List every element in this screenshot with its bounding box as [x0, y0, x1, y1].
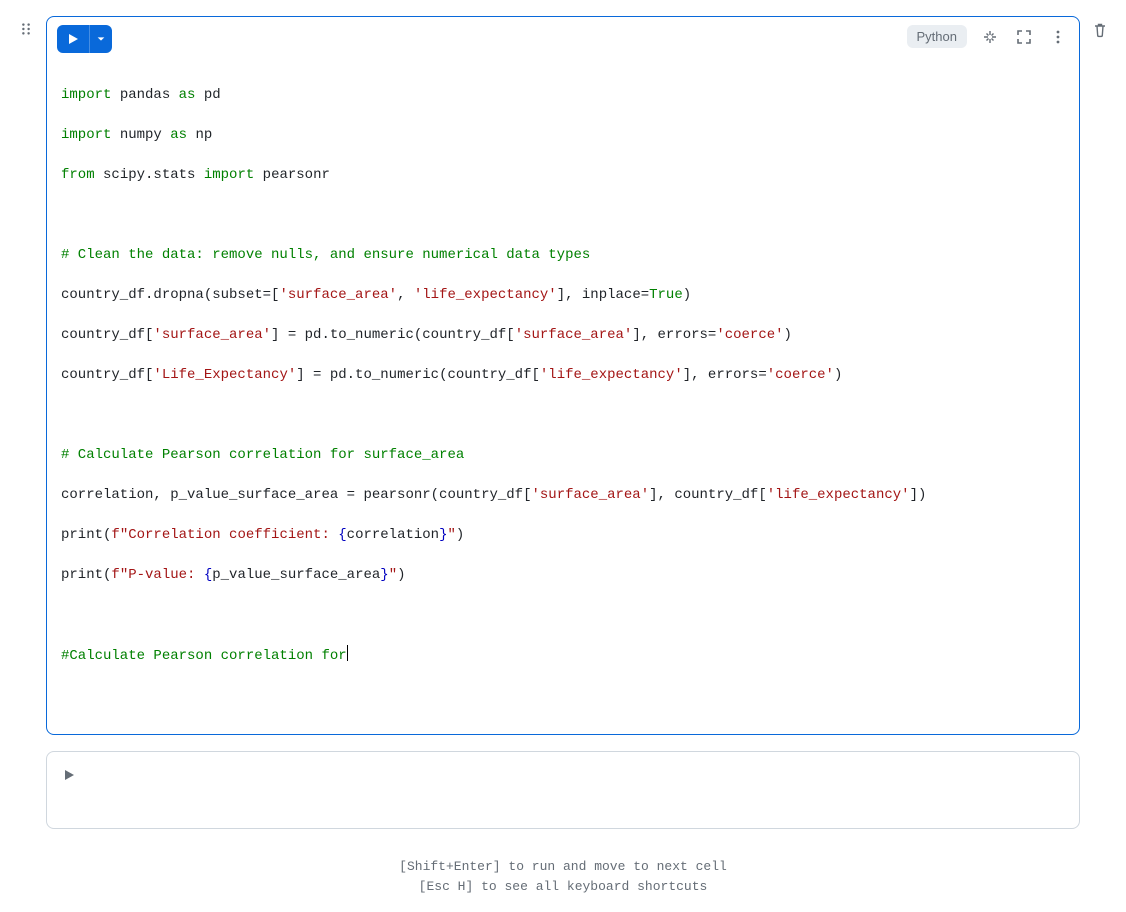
- text-caret: [347, 645, 348, 661]
- run-menu-button[interactable]: [89, 25, 112, 53]
- fullscreen-icon: [1016, 29, 1032, 45]
- drag-handle-empty: [16, 751, 36, 757]
- sparkle-icon: [982, 29, 998, 45]
- ai-assist-button[interactable]: [979, 26, 1001, 48]
- trash-icon: [1092, 22, 1108, 38]
- play-icon: [63, 769, 75, 781]
- cell-run-toolbar: [57, 25, 112, 53]
- language-selector[interactable]: Python: [907, 25, 967, 48]
- run-button-group: [57, 25, 112, 53]
- gutter-right-empty: [1090, 751, 1110, 757]
- hint-run: [Shift+Enter] to run and move to next ce…: [16, 857, 1110, 877]
- code-cell-empty[interactable]: [46, 751, 1080, 829]
- play-icon: [67, 33, 79, 45]
- drag-grip-icon: [19, 22, 33, 36]
- cell-right-toolbar: Python: [907, 25, 1069, 48]
- run-cell-button-small[interactable]: [61, 766, 1065, 786]
- delete-cell-button[interactable]: [1090, 16, 1110, 38]
- cell-more-button[interactable]: [1047, 26, 1069, 48]
- drag-handle[interactable]: [16, 16, 36, 36]
- more-vertical-icon: [1050, 29, 1066, 45]
- code-cell-active[interactable]: Python import pandas as pd import numpy …: [46, 16, 1080, 735]
- chevron-down-icon: [96, 34, 106, 44]
- code-editor[interactable]: import pandas as pd import numpy as np f…: [61, 65, 1065, 706]
- fullscreen-button[interactable]: [1013, 26, 1035, 48]
- active-cell-row: Python import pandas as pd import numpy …: [16, 16, 1110, 735]
- inactive-cell-row: [16, 751, 1110, 829]
- hint-shortcuts: [Esc H] to see all keyboard shortcuts: [16, 877, 1110, 897]
- keyboard-hints: [Shift+Enter] to run and move to next ce…: [16, 857, 1110, 897]
- run-cell-button[interactable]: [57, 25, 89, 53]
